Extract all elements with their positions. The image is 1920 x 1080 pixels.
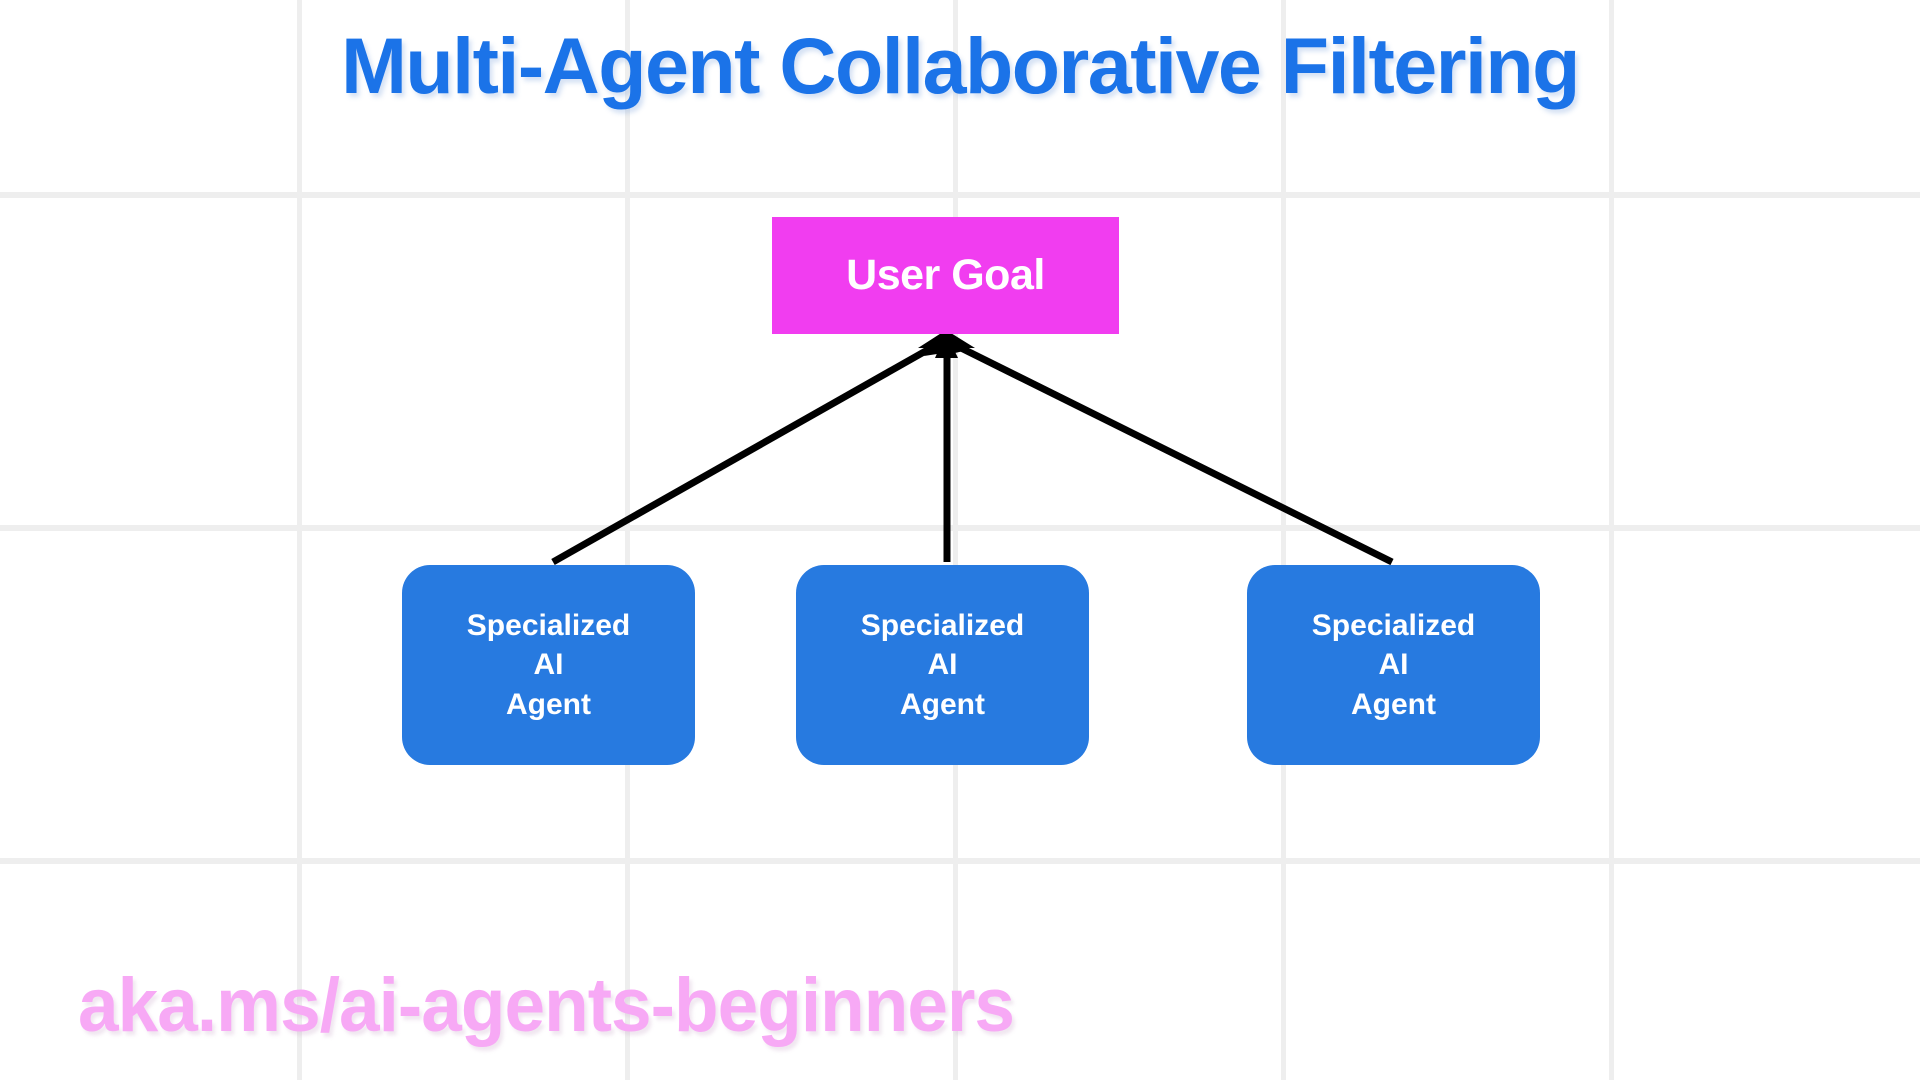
edge-agent-1-to-user-goal xyxy=(551,333,950,566)
node-agent-1-line-2: AI xyxy=(533,648,564,682)
node-agent-3-line-2: AI xyxy=(1378,648,1409,682)
node-user-goal[interactable]: User Goal xyxy=(772,217,1119,334)
node-agent-2-line-2: AI xyxy=(927,648,958,682)
footer-url-text[interactable]: aka.ms/ai-agents-beginners xyxy=(78,962,1015,1049)
node-agent-1-line-3: Agent xyxy=(506,687,591,721)
node-agent-3[interactable]: Specialized AI Agent xyxy=(1247,565,1540,765)
edge-agent-3-to-user-goal xyxy=(942,333,1394,566)
grid-background xyxy=(0,0,1920,1080)
slide-canvas: Multi-Agent Collaborative Filtering User… xyxy=(0,0,1920,1080)
node-agent-1[interactable]: Specialized AI Agent xyxy=(402,565,695,765)
node-agent-2-line-3: Agent xyxy=(900,687,985,721)
edge-agent-2-to-user-goal xyxy=(935,333,958,562)
node-agent-2-line-1: Specialized xyxy=(860,608,1025,642)
node-user-goal-label: User Goal xyxy=(846,251,1045,299)
connector-lines xyxy=(551,330,1394,566)
node-agent-3-line-3: Agent xyxy=(1351,687,1436,721)
node-agent-2[interactable]: Specialized AI Agent xyxy=(796,565,1089,765)
page-title: Multi-Agent Collaborative Filtering xyxy=(341,21,1580,110)
node-agent-1-line-1: Specialized xyxy=(466,608,631,642)
node-agent-3-line-1: Specialized xyxy=(1311,608,1476,642)
